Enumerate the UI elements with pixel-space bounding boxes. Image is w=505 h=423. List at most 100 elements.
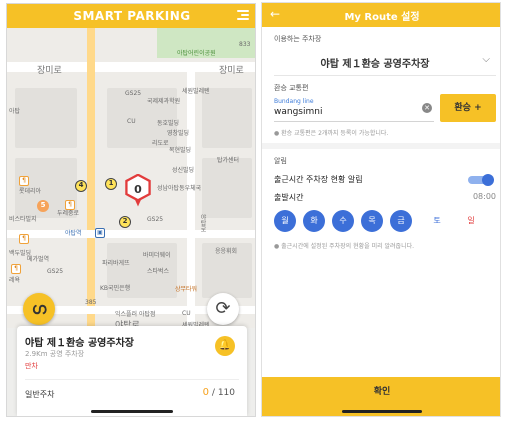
settings-header: ← My Route 설정 bbox=[262, 3, 500, 27]
map-label: 장미로 bbox=[219, 66, 244, 76]
day-sun[interactable]: 일 bbox=[460, 210, 482, 232]
parking-lot-select-value: 야탑 제１환승 공영주차장 bbox=[320, 59, 430, 70]
map-screen: SMART PARKING 장미로 장미로 833 아탑어린이공원 GS25 세… bbox=[6, 3, 256, 417]
map-label: GS25 bbox=[47, 268, 64, 275]
add-transfer-button[interactable]: 환승 + bbox=[440, 94, 496, 122]
day-tue[interactable]: 화 bbox=[303, 210, 325, 232]
departure-time-label: 출발시간 bbox=[274, 193, 304, 202]
refresh-button[interactable]: ⟳ bbox=[207, 293, 239, 325]
map-label: CU bbox=[127, 118, 136, 125]
toggle-knob bbox=[482, 174, 494, 186]
city-block bbox=[202, 158, 252, 218]
days-note: ● 출근시간에 설정된 주차장의 현황을 미리 알려줍니다. bbox=[274, 243, 415, 250]
map-label: 야탑로 bbox=[199, 214, 206, 232]
alert-section-label: 알림 bbox=[274, 157, 287, 165]
city-block bbox=[202, 88, 252, 148]
parking-lot-name: 야탑 제１환승 공영주차장 bbox=[25, 338, 134, 349]
map-label: 아탑어린이공원 bbox=[177, 50, 216, 57]
map-label: 익스플러 아탑점 bbox=[115, 311, 156, 318]
transfer-line-placeholder: Bundang line bbox=[274, 98, 314, 105]
card-divider bbox=[25, 379, 239, 380]
day-sat[interactable]: 토 bbox=[426, 210, 448, 232]
page-title: My Route 설정 bbox=[344, 12, 420, 23]
departure-time-value: 08:00 bbox=[472, 192, 496, 201]
map-marker[interactable]: 5 bbox=[37, 200, 49, 212]
map-label: KB국민은행 bbox=[100, 285, 131, 292]
route-logo-icon: ഗ bbox=[31, 299, 47, 318]
clear-icon[interactable]: ✕ bbox=[422, 103, 432, 113]
map-label: 응응휘회 bbox=[215, 248, 238, 255]
restaurant-icon: ¶ bbox=[65, 200, 75, 210]
departure-time-row[interactable]: 출발시간 08:00 bbox=[274, 192, 496, 206]
map-label: 국제제과학원 bbox=[147, 98, 181, 105]
map-label: 상무타워 bbox=[175, 286, 198, 293]
day-thu[interactable]: 목 bbox=[361, 210, 383, 232]
map-label: CU bbox=[182, 310, 191, 317]
chevron-down-icon: ⌵ bbox=[482, 54, 490, 65]
bell-glyph: 🔔 bbox=[218, 340, 232, 351]
parking-type-label: 일반주차 bbox=[25, 390, 55, 399]
map-label: 파리바게뜨 bbox=[102, 260, 130, 267]
home-indicator bbox=[342, 410, 422, 413]
parking-lot-card[interactable]: 야탑 제１환승 공영주차장 2.9Km 공영 주차장 만차 🔔 일반주차 0 /… bbox=[17, 326, 247, 416]
day-wed[interactable]: 수 bbox=[332, 210, 354, 232]
menu-icon[interactable] bbox=[237, 10, 249, 22]
status-badge: 만차 bbox=[25, 362, 38, 370]
day-fri[interactable]: 금 bbox=[390, 210, 412, 232]
restaurant-icon: ¶ bbox=[11, 264, 21, 274]
map-label: 야탑역 bbox=[65, 230, 82, 237]
transfer-section-label: 환승 교통편 bbox=[274, 84, 309, 92]
map-label: 성남아탑동우체국 bbox=[157, 185, 202, 192]
road-yatap bbox=[7, 230, 255, 238]
bell-icon[interactable]: 🔔 bbox=[215, 336, 235, 356]
weekday-selector: 월 화 수 목 금 토 일 bbox=[274, 210, 496, 234]
availability: 0 / 110 bbox=[203, 387, 235, 398]
map-label: 동호빌딩 bbox=[157, 120, 180, 127]
map-label: 아탑 bbox=[9, 108, 21, 115]
app-header: SMART PARKING bbox=[7, 4, 255, 28]
commute-alert-label: 출근시간 주차장 현황 알림 bbox=[274, 175, 363, 184]
capacity: / 110 bbox=[211, 388, 235, 398]
commute-alert-toggle[interactable] bbox=[468, 174, 494, 186]
map-label: 복현빌딩 bbox=[169, 147, 192, 154]
section-divider bbox=[262, 143, 500, 149]
map-label: 영창빌딩 bbox=[167, 130, 190, 137]
map-label: 성신빌딩 bbox=[172, 167, 195, 174]
map-marker[interactable]: 4 bbox=[75, 180, 87, 192]
my-route-button[interactable]: ഗ bbox=[23, 293, 55, 325]
transfer-line-input[interactable]: Bundang line wangsimni ✕ bbox=[274, 96, 434, 122]
map-label: 바미더웨이 bbox=[143, 252, 171, 259]
route-settings-screen: ← My Route 설정 이용하는 주차장 야탑 제１환승 공영주차장 ⌵ 환… bbox=[261, 2, 501, 417]
transfer-note: ● 환승 교통편은 2개까지 등록이 가능합니다. bbox=[274, 130, 389, 137]
road-main-vertical bbox=[87, 28, 95, 328]
restaurant-icon: ¶ bbox=[19, 234, 29, 244]
pin-count: 0 bbox=[134, 183, 142, 196]
day-mon[interactable]: 월 bbox=[274, 210, 296, 232]
refresh-icon: ⟳ bbox=[215, 298, 231, 319]
parking-lot-select[interactable]: 야탑 제１환승 공영주차장 ⌵ bbox=[274, 48, 496, 76]
map-label: 장미로 bbox=[37, 66, 62, 76]
map-label: 833 bbox=[239, 41, 251, 48]
map-label: 롯데리아 bbox=[19, 188, 42, 195]
parking-lot-section-label: 이용하는 주차장 bbox=[274, 35, 322, 43]
subway-icon: ▣ bbox=[95, 228, 105, 238]
home-indicator bbox=[91, 410, 173, 413]
map-marker[interactable]: 1 bbox=[105, 178, 117, 190]
selected-parking-pin[interactable]: 0 bbox=[121, 174, 155, 218]
parking-lot-distance: 2.9Km 공영 주차장 bbox=[25, 350, 85, 358]
map-label: 세원빌레텐 bbox=[182, 88, 210, 95]
available-count: 0 bbox=[202, 387, 210, 398]
map-label: 비스타빌지 bbox=[9, 216, 37, 223]
transfer-line-value: wangsimni bbox=[274, 107, 323, 117]
map-label: 탑가센터 bbox=[217, 157, 240, 164]
map-label: 스타벅스 bbox=[147, 268, 170, 275]
map-label: 메가벌역 bbox=[27, 256, 50, 263]
restaurant-icon: ¶ bbox=[19, 176, 29, 186]
city-block bbox=[15, 88, 77, 148]
map-view[interactable]: 장미로 장미로 833 아탑어린이공원 GS25 세원빌레텐 국제제과학원 아탑… bbox=[7, 28, 255, 328]
map-label: 385 bbox=[85, 299, 97, 306]
app-title: SMART PARKING bbox=[73, 9, 191, 23]
commute-alert-row: 출근시간 주차장 현황 알림 bbox=[274, 174, 496, 188]
map-label: GS25 bbox=[125, 90, 142, 97]
map-label: 레욕 bbox=[9, 277, 21, 284]
